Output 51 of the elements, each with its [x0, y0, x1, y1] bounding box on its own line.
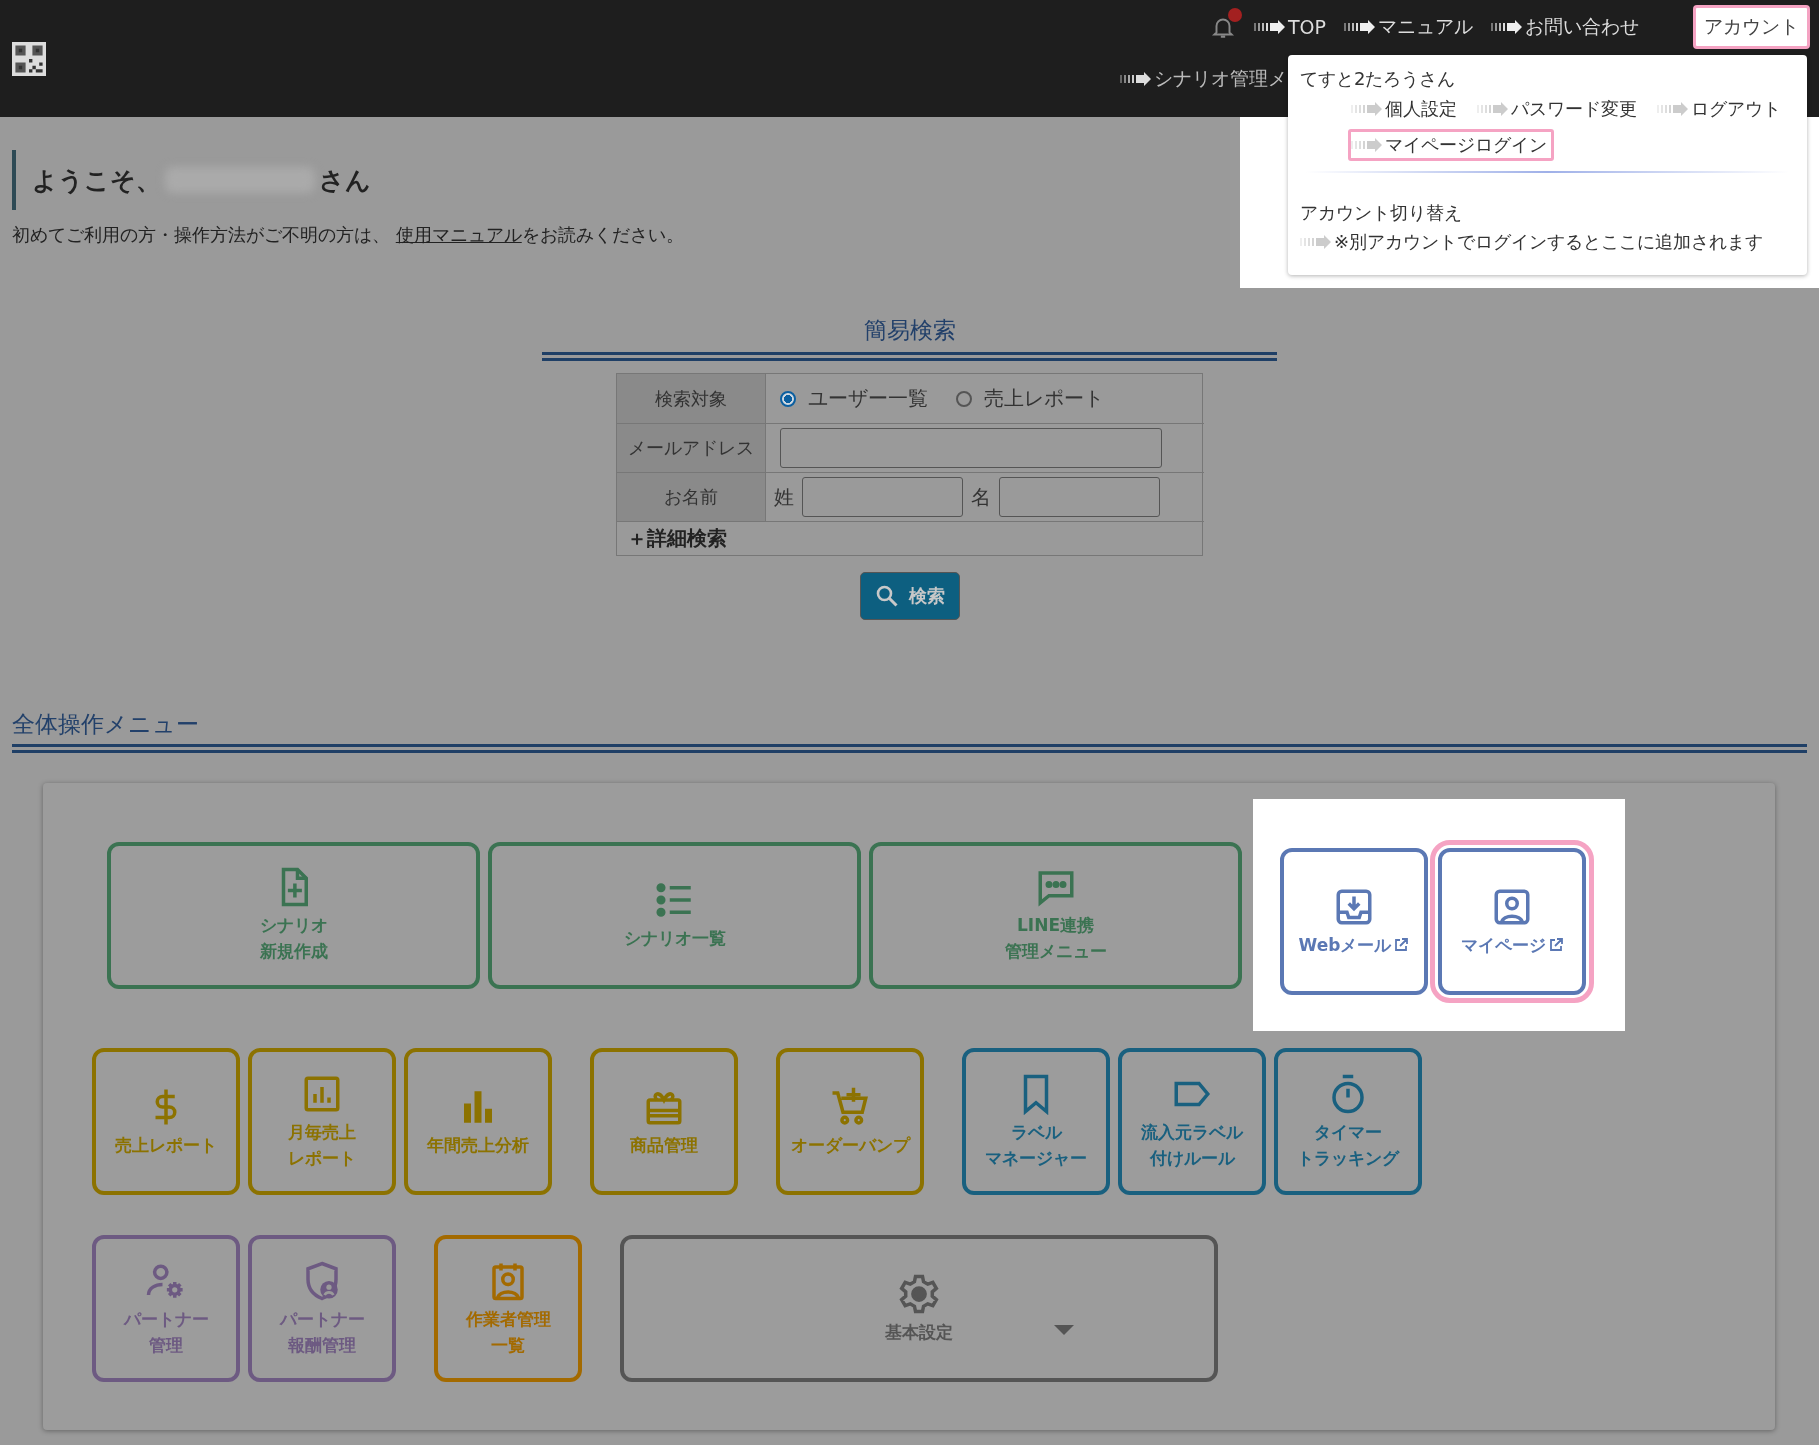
account-button[interactable]: アカウント [1693, 5, 1810, 49]
email-field[interactable] [780, 428, 1162, 468]
note-text: ※別アカウントでログインするとここに追加されます [1334, 230, 1764, 254]
nav-link[interactable]: TOP [1253, 16, 1326, 38]
external-link-icon [1393, 936, 1410, 953]
radio-option[interactable]: ユーザー一覧 [780, 385, 928, 412]
field-label: 検索対象 [617, 374, 766, 424]
menu-tile[interactable]: タイマー トラッキング [1274, 1048, 1422, 1195]
external-link-icon [1547, 936, 1564, 953]
menu-link[interactable]: 個人設定 [1348, 93, 1464, 125]
field-label: メールアドレス [617, 424, 766, 473]
arrow-icon [1253, 20, 1286, 34]
search-button[interactable]: 検索 [859, 572, 960, 620]
menu-link[interactable]: ログアウト [1654, 93, 1788, 125]
arrow-icon [1477, 102, 1509, 116]
search-icon [874, 584, 899, 608]
user-name: てすと2たろうさん [1300, 67, 1457, 91]
first-name-field[interactable] [999, 477, 1160, 517]
advanced-search-toggle[interactable]: ＋詳細検索 [627, 525, 727, 552]
arrow-icon [1344, 20, 1376, 34]
welcome-text: ようこそ、 [32, 164, 161, 197]
arrow-icon [1491, 20, 1523, 34]
field-label: お名前 [617, 473, 766, 522]
menu-tile[interactable]: 基本設定 [620, 1235, 1218, 1382]
menu-tile[interactable]: パートナー 報酬管理 [248, 1235, 396, 1382]
menu-tile[interactable]: 流入元ラベル 付けルール [1118, 1048, 1266, 1195]
nav-link[interactable]: マニュアル [1344, 14, 1473, 40]
manual-link[interactable]: 使用マニュアル [395, 224, 522, 245]
welcome-suffix: さん [319, 164, 371, 197]
last-name-field[interactable] [802, 477, 963, 517]
menu-tile[interactable]: Webメール [1280, 848, 1428, 995]
arrow-icon [1300, 235, 1332, 249]
nav-link[interactable]: シナリオ管理メ [1120, 66, 1287, 92]
field-label: 姓 [774, 483, 794, 511]
menu-link[interactable]: マイページログイン [1348, 129, 1554, 161]
nav-link[interactable]: お問い合わせ [1491, 14, 1639, 40]
section-title: アカウント切り替え [1300, 201, 1463, 225]
qr-code-icon[interactable] [12, 41, 46, 76]
arrow-icon [1351, 138, 1383, 152]
menu-tile[interactable]: パートナー 管理 [92, 1235, 240, 1382]
gear-icon [898, 1272, 940, 1315]
menu-tile[interactable]: ラベル マネージャー [962, 1048, 1110, 1195]
section-title: 簡易検索 [862, 316, 957, 345]
arrow-icon [1351, 102, 1383, 116]
field-label: 名 [971, 483, 991, 511]
caret-icon [1054, 1325, 1074, 1337]
arrow-icon [1657, 102, 1689, 116]
radio-option[interactable]: 売上レポート [956, 385, 1104, 412]
section-title: 全体操作メニュー [12, 710, 200, 739]
menu-link[interactable]: パスワード変更 [1474, 93, 1644, 125]
arrow-icon [1120, 72, 1152, 86]
